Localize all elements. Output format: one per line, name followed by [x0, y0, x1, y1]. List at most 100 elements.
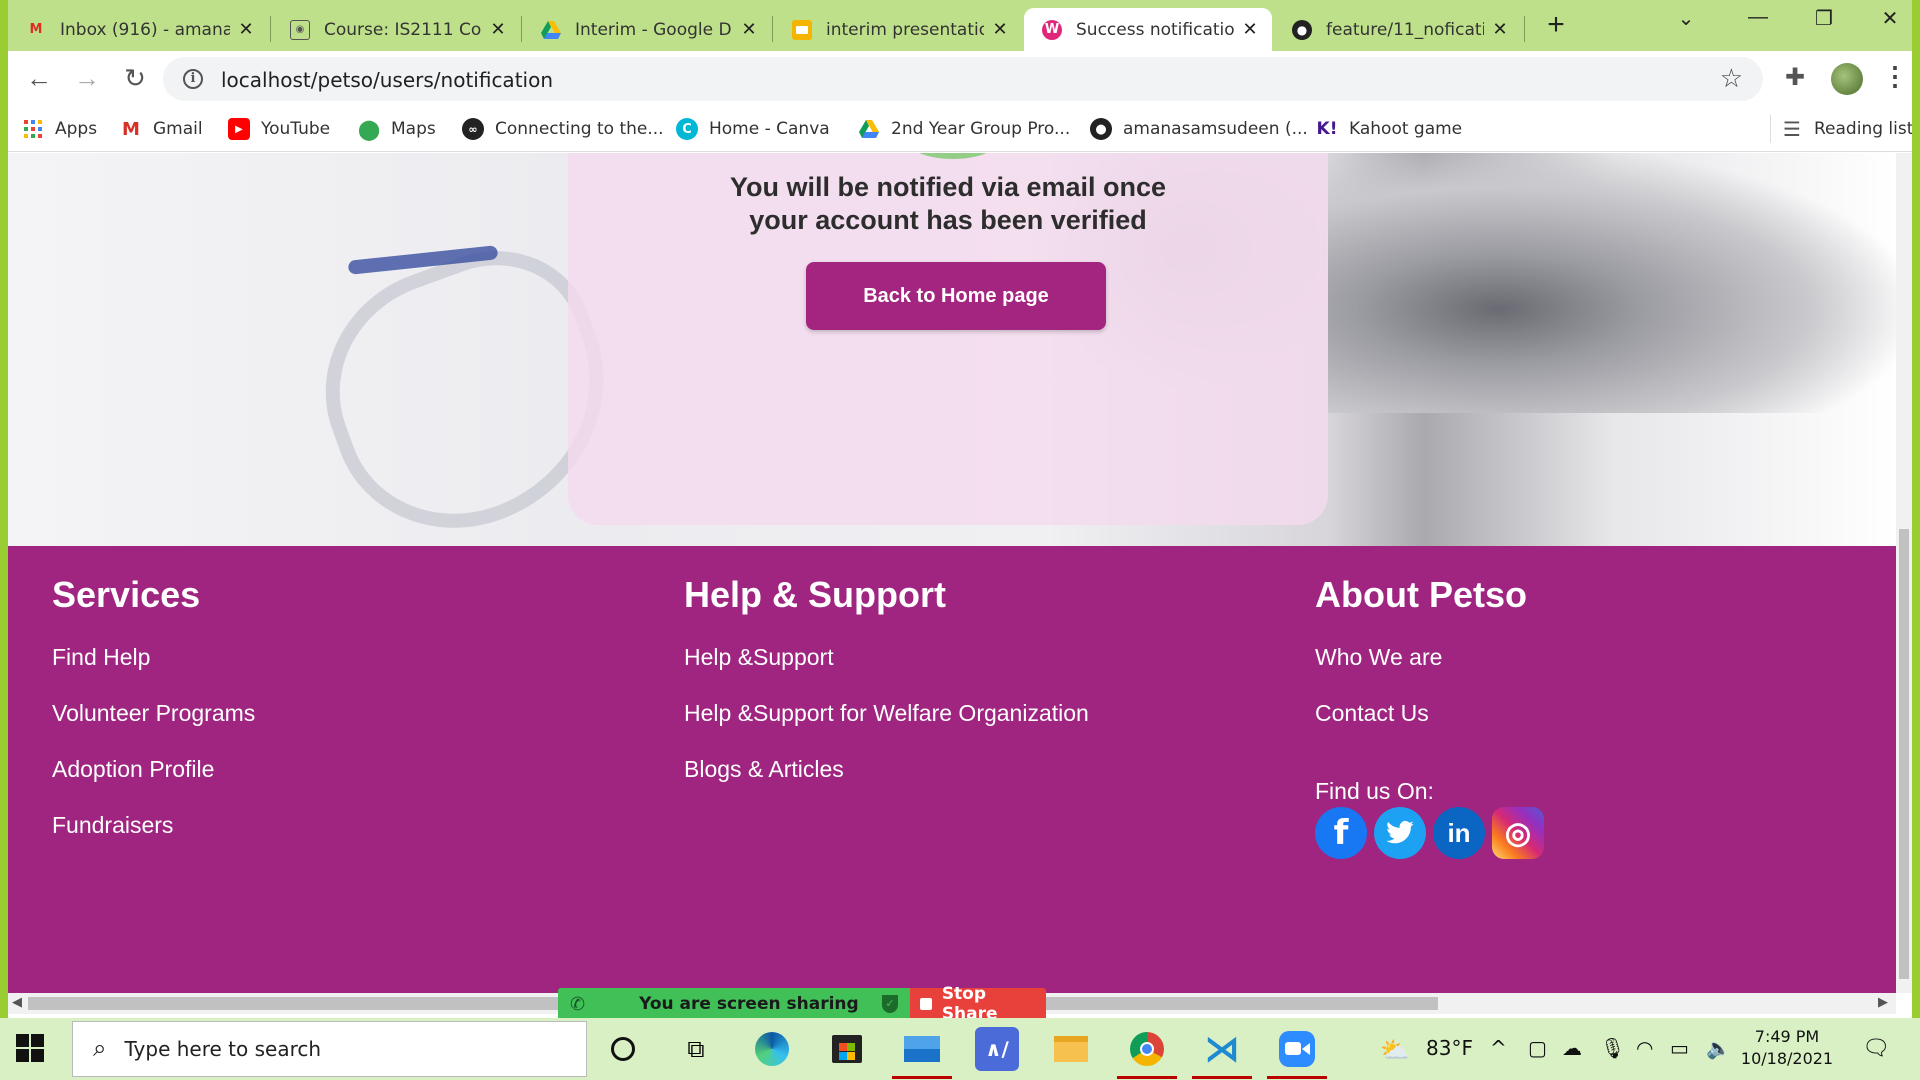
- back-to-home-button[interactable]: Back to Home page: [806, 262, 1106, 330]
- instagram-icon[interactable]: ◎: [1492, 807, 1544, 859]
- close-icon[interactable]: ✕: [488, 19, 508, 40]
- vscode-icon[interactable]: ⋊: [1200, 1027, 1244, 1071]
- hero-background-image: You will be notified via email once your…: [8, 153, 1896, 564]
- bookmark-canva[interactable]: C Home - Canva: [676, 115, 830, 143]
- vertical-scroll-thumb[interactable]: [1899, 529, 1909, 979]
- footer-heading: Services: [52, 574, 201, 615]
- cortana-icon[interactable]: [601, 1027, 645, 1071]
- close-icon[interactable]: ✕: [236, 19, 256, 40]
- bookmark-apps[interactable]: Apps: [22, 115, 97, 143]
- screen-share-status[interactable]: ✆ You are screen sharing ✓: [558, 988, 910, 1020]
- weather-temperature[interactable]: 83°F: [1426, 1036, 1473, 1060]
- profile-avatar[interactable]: [1831, 63, 1863, 95]
- reading-list-icon: ☰: [1783, 117, 1801, 141]
- footer-heading: About Petso: [1315, 574, 1527, 615]
- notification-message: You will be notified via email once your…: [568, 171, 1328, 237]
- footer-link-help-support-welfare[interactable]: Help &Support for Welfare Organization: [684, 700, 1089, 727]
- tab-course[interactable]: ◉ Course: IS2111 Con ✕: [272, 8, 520, 51]
- task-view-icon[interactable]: ⧉: [674, 1027, 718, 1071]
- apps-grid-icon: [22, 118, 44, 140]
- close-icon[interactable]: ✕: [739, 19, 759, 40]
- footer-link-help-support[interactable]: Help &Support: [684, 644, 834, 671]
- connect-icon: ∞: [462, 118, 484, 140]
- reload-icon[interactable]: ↻: [118, 62, 152, 96]
- edge-icon[interactable]: [750, 1027, 794, 1071]
- tab-slides[interactable]: interim presentation ✕: [774, 8, 1022, 51]
- close-icon[interactable]: ✕: [1240, 19, 1260, 40]
- gmail-icon: M: [122, 118, 140, 140]
- vertical-scrollbar[interactable]: [1896, 153, 1912, 993]
- screen-share-bar: ✆ You are screen sharing ✓ Stop Share: [558, 984, 1046, 1024]
- chrome-icon[interactable]: [1125, 1027, 1169, 1071]
- tab-separator: [1524, 16, 1525, 42]
- volume-icon[interactable]: 🔈: [1706, 1036, 1731, 1060]
- onedrive-cloud-icon[interactable]: ☁: [1562, 1036, 1582, 1060]
- tab-title: Success notification: [1076, 19, 1234, 40]
- mail-icon[interactable]: [900, 1027, 944, 1071]
- footer-link-fundraisers[interactable]: Fundraisers: [52, 812, 173, 839]
- battery-icon[interactable]: ▭: [1670, 1036, 1689, 1060]
- active-app-indicator: [1267, 1076, 1327, 1079]
- windows-taskbar: ⌕ Type here to search ⧉ ∧∕ ⋊ ⛅ 83°F ^ ▢ …: [0, 1018, 1920, 1080]
- footer-link-blogs-articles[interactable]: Blogs & Articles: [684, 756, 844, 783]
- taskbar-search-box[interactable]: ⌕ Type here to search: [72, 1021, 587, 1077]
- stop-share-button[interactable]: Stop Share: [910, 984, 1046, 1024]
- bookmark-youtube[interactable]: ▶ YouTube: [228, 115, 330, 143]
- minimize-icon[interactable]: —: [1728, 6, 1788, 40]
- zoom-icon[interactable]: [1275, 1027, 1319, 1071]
- twitter-icon[interactable]: [1374, 807, 1426, 859]
- new-tab-button[interactable]: +: [1536, 10, 1576, 42]
- bookmark-maps[interactable]: ⬤ Maps: [358, 115, 436, 143]
- tab-search-chevron-icon[interactable]: ⌄: [1656, 6, 1716, 40]
- tab-github[interactable]: ● feature/11_nofication ✕: [1274, 8, 1522, 51]
- tab-google-drive[interactable]: Interim - Google Dr ✕: [523, 8, 771, 51]
- footer-link-find-help[interactable]: Find Help: [52, 644, 150, 671]
- footer-link-contact-us[interactable]: Contact Us: [1315, 700, 1429, 727]
- restore-icon[interactable]: ❐: [1794, 6, 1854, 40]
- close-icon[interactable]: ✕: [990, 19, 1010, 40]
- weather-cloud-sun-icon[interactable]: ⛅: [1380, 1036, 1410, 1064]
- address-bar[interactable]: i localhost/petso/users/notification ☆: [163, 57, 1763, 101]
- visual-studio-icon[interactable]: ∧∕: [975, 1027, 1019, 1071]
- linkedin-icon[interactable]: in: [1433, 807, 1485, 859]
- wifi-icon[interactable]: ◠: [1636, 1036, 1653, 1060]
- back-arrow-icon[interactable]: ←: [22, 62, 56, 96]
- menu-kebab-icon[interactable]: ⋮: [1882, 61, 1908, 92]
- google-slides-icon: [792, 19, 812, 40]
- system-clock[interactable]: 7:49 PM 10/18/2021: [1737, 1026, 1837, 1070]
- scroll-left-arrow-icon[interactable]: ◀: [12, 994, 22, 1010]
- meet-now-icon[interactable]: ▢: [1528, 1036, 1547, 1060]
- clock-time: 7:49 PM: [1754, 1027, 1820, 1046]
- microphone-icon[interactable]: 🎙: [1600, 1036, 1625, 1060]
- window-close-icon[interactable]: ✕: [1860, 6, 1912, 40]
- windows-start-icon[interactable]: [16, 1034, 44, 1062]
- scroll-right-arrow-icon[interactable]: ▶: [1878, 994, 1888, 1010]
- file-explorer-icon[interactable]: [1049, 1027, 1093, 1071]
- forward-arrow-icon[interactable]: →: [70, 62, 104, 96]
- tab-separator: [772, 16, 773, 42]
- footer-link-adoption-profile[interactable]: Adoption Profile: [52, 756, 214, 783]
- tab-gmail[interactable]: M Inbox (916) - amana ✕: [8, 8, 268, 51]
- info-icon[interactable]: i: [183, 69, 203, 89]
- tab-success-notification[interactable]: W Success notification ✕: [1024, 8, 1272, 51]
- google-drive-icon: [541, 20, 561, 40]
- close-icon[interactable]: ✕: [1490, 19, 1510, 40]
- bookmark-google-drive[interactable]: 2nd Year Group Pro...: [858, 115, 1070, 143]
- facebook-icon[interactable]: f: [1315, 807, 1367, 859]
- bookmark-github[interactable]: ● amanasamsudeen (...: [1090, 115, 1308, 143]
- bookmark-connecting[interactable]: ∞ Connecting to the...: [462, 115, 664, 143]
- extensions-puzzle-icon[interactable]: ✚: [1785, 63, 1805, 92]
- active-app-indicator: [1117, 1076, 1177, 1079]
- tab-separator: [521, 16, 522, 42]
- footer-link-who-we-are[interactable]: Who We are: [1315, 644, 1442, 671]
- url-text[interactable]: localhost/petso/users/notification: [221, 68, 553, 92]
- store-bag-icon[interactable]: [825, 1027, 869, 1071]
- notification-center-icon[interactable]: 🗨: [1862, 1036, 1890, 1061]
- bookmark-star-icon[interactable]: ☆: [1720, 63, 1743, 94]
- chevron-up-icon[interactable]: ^: [1490, 1036, 1507, 1060]
- reading-list[interactable]: ☰ Reading list: [1770, 115, 1912, 143]
- bookmark-kahoot[interactable]: K! Kahoot game: [1316, 115, 1463, 143]
- footer-link-volunteer-programs[interactable]: Volunteer Programs: [52, 700, 255, 727]
- search-icon: ⌕: [93, 1035, 107, 1062]
- bookmark-gmail[interactable]: M Gmail: [120, 115, 203, 143]
